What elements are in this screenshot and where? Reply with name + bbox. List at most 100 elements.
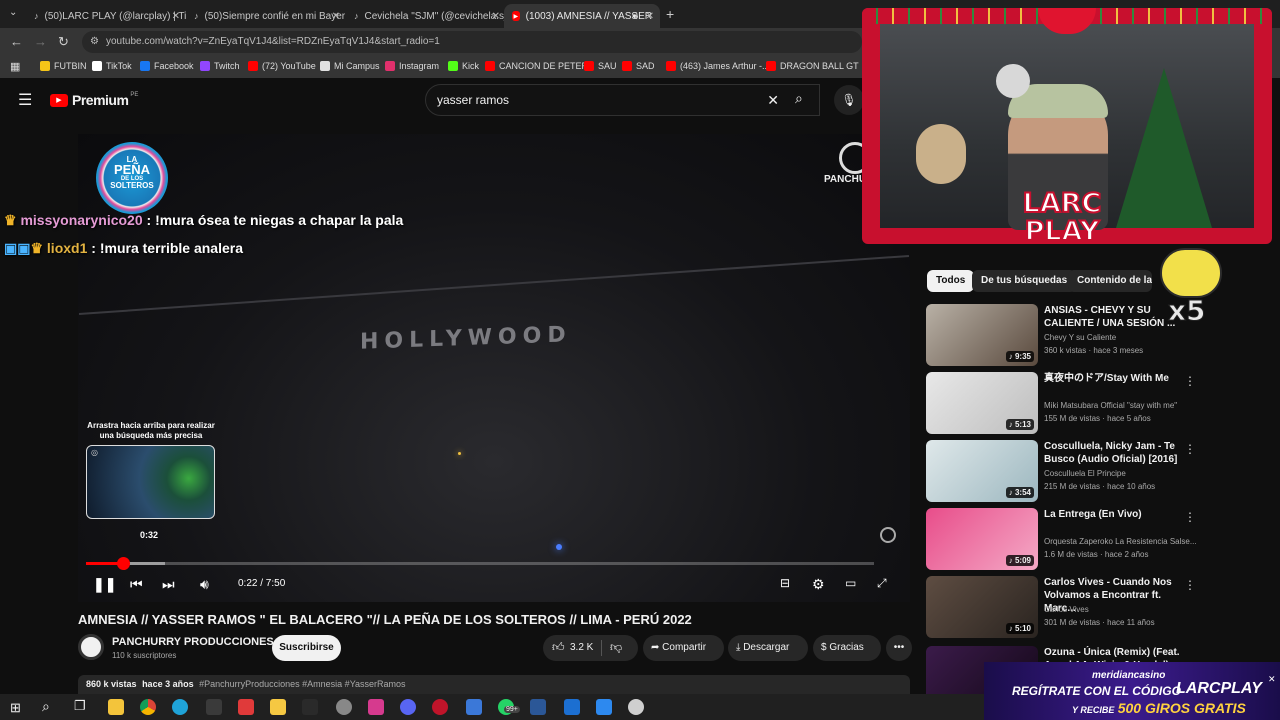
app-icon[interactable] — [432, 699, 448, 715]
close-icon[interactable]: ✕ — [492, 11, 500, 22]
close-icon[interactable]: ✕ — [646, 11, 654, 22]
channel-name[interactable]: Cosculluela El Principe — [1044, 469, 1126, 478]
bookmark-item[interactable]: DRAGON BALL GT — [766, 61, 859, 71]
like-icon[interactable]: 👍︎ — [552, 640, 565, 655]
app-icon[interactable] — [238, 699, 254, 715]
close-icon[interactable]: ✕ — [332, 11, 340, 22]
fullscreen-icon[interactable]: ⤢ — [877, 576, 887, 591]
video-title[interactable]: ANSIAS - CHEVY Y SU CALIENTE / UNA SESIÓ… — [1044, 304, 1180, 330]
url-field[interactable]: ⚙ youtube.com/watch?v=ZnEyaTqV1J4&list=R… — [82, 31, 862, 53]
bookmark-item[interactable]: Kick — [448, 61, 479, 71]
close-icon[interactable]: ✕ — [1268, 674, 1276, 685]
video-thumbnail[interactable]: ♪ 5:09 — [926, 508, 1038, 570]
info-icon[interactable] — [880, 527, 896, 543]
menu-icon[interactable]: ☰ — [18, 90, 32, 110]
tab-search-dropdown-icon[interactable]: ⌄ — [9, 7, 17, 18]
bookmark-item[interactable]: TikTok — [92, 61, 132, 71]
bookmark-item[interactable]: SAD — [622, 61, 655, 71]
bookmark-item[interactable]: SAU — [584, 61, 617, 71]
subscribe-button[interactable]: Suscribirse — [272, 635, 341, 661]
recommendation-item[interactable]: ♪ 5:10 Carlos Vives - Cuando Nos Volvamos… — [926, 576, 1196, 640]
task-view-icon[interactable]: ❐ — [74, 698, 86, 714]
bookmark-item[interactable]: (72) YouTube — [248, 61, 316, 71]
progress-track[interactable] — [86, 557, 874, 570]
reload-icon[interactable]: ↻ — [58, 34, 69, 50]
channel-name[interactable]: Miki Matsubara Official "stay with me" — [1044, 401, 1177, 410]
discord-icon[interactable] — [400, 699, 416, 715]
hashtags[interactable]: #PanchurryProducciones #Amnesia #YasserR… — [199, 679, 405, 689]
browser-tab-2[interactable]: ♪ (50)Siempre confié en mi Bayer ✕ — [186, 4, 346, 28]
bookmark-item[interactable]: Instagram — [385, 61, 439, 71]
scrubber-handle[interactable] — [117, 557, 131, 570]
windows-start-icon[interactable]: ⊞ — [10, 700, 21, 716]
video-title[interactable]: Cosculluela, Nicky Jam - Te Busco (Audio… — [1044, 440, 1180, 466]
subtitles-icon[interactable]: ⊟ — [780, 576, 790, 590]
app-icon[interactable] — [368, 699, 384, 715]
youtube-logo[interactable]: ▶ Premium PE — [50, 92, 138, 108]
browser-tab-active[interactable]: ▶ (1003) AMNESIA // YASSER 🔊︎ ✕ — [504, 4, 660, 28]
more-vertical-icon[interactable]: ⋮ — [1184, 442, 1196, 456]
download-button[interactable]: ⤓ Descargar — [728, 635, 808, 661]
bookmark-item[interactable]: Twitch — [200, 61, 240, 71]
word-icon[interactable] — [530, 699, 546, 715]
dislike-icon[interactable]: 👎︎ — [610, 640, 622, 655]
search-input[interactable]: yasser ramos ✕ — [425, 84, 820, 116]
calculator-icon[interactable] — [466, 699, 482, 715]
chrome-icon[interactable] — [140, 699, 156, 715]
edge-icon[interactable] — [172, 699, 188, 715]
browser-tab-1[interactable]: ♪ (50)LARC PLAY (@larcplay) | Tik ✕ — [26, 4, 186, 28]
video-thumbnail[interactable]: ♪ 9:35 — [926, 304, 1038, 366]
clear-search-icon[interactable]: ✕ — [767, 85, 779, 115]
app-icon[interactable] — [628, 699, 644, 715]
forward-arrow-icon[interactable]: → — [34, 34, 47, 49]
bookmark-item[interactable]: Facebook — [140, 61, 194, 71]
new-tab-icon[interactable]: + — [666, 6, 674, 22]
share-button[interactable]: ➦ Compartir — [643, 635, 724, 661]
video-thumbnail[interactable]: ♪ 5:13 — [926, 372, 1038, 434]
app-icon[interactable] — [564, 699, 580, 715]
site-info-icon[interactable]: ⚙ — [90, 31, 99, 53]
app-icon-store[interactable] — [108, 699, 124, 715]
pause-icon[interactable]: ❚❚ — [93, 576, 116, 593]
channel-name[interactable]: PANCHURRY PRODUCCIONES — [112, 636, 274, 648]
more-vertical-icon[interactable]: ⋮ — [1184, 578, 1196, 592]
more-vertical-icon[interactable]: ⋮ — [1184, 374, 1196, 388]
bookmark-item[interactable]: (463) James Arthur -... — [666, 61, 770, 71]
settings-gear-icon[interactable]: ⚙ — [812, 576, 825, 593]
recommendation-item[interactable]: ♪ 5:13 真夜中のドア/Stay With Me Miki Matsubara … — [926, 372, 1196, 436]
app-icon[interactable] — [596, 699, 612, 715]
chip-content[interactable]: Contenido de la s — [1068, 270, 1152, 292]
close-icon[interactable]: ✕ — [172, 11, 180, 22]
channel-name[interactable]: Carlos Vives — [1044, 605, 1089, 614]
channel-avatar[interactable] — [78, 634, 104, 660]
bookmark-item[interactable]: FUTBIN — [40, 61, 87, 71]
chip-from-searches[interactable]: De tus búsquedas — [972, 270, 1077, 292]
app-icon[interactable] — [302, 699, 318, 715]
folder-icon[interactable] — [270, 699, 286, 715]
browser-tab-3[interactable]: ♪ Cevichela "SJM" (@cevichela.sj ✕ — [346, 4, 506, 28]
app-icon[interactable] — [336, 699, 352, 715]
app-icon[interactable] — [206, 699, 222, 715]
previous-icon[interactable]: ⏮︎ — [130, 576, 143, 593]
search-icon[interactable]: ⌕ — [42, 698, 50, 715]
video-title[interactable]: 真夜中のドア/Stay With Me — [1044, 372, 1180, 385]
description-box[interactable]: 860 k vistas hace 3 años #PanchurryProdu… — [78, 675, 910, 694]
search-icon[interactable]: ⌕ — [795, 90, 803, 107]
recommendation-item[interactable]: ♪ 3:54 Cosculluela, Nicky Jam - Te Busco … — [926, 440, 1196, 504]
channel-name[interactable]: Chevy Y su Caliente — [1044, 333, 1116, 342]
chip-all[interactable]: Todos — [927, 270, 975, 292]
video-title[interactable]: La Entrega (En Vivo) — [1044, 508, 1180, 521]
recommendation-item[interactable]: ♪ 5:09 La Entrega (En Vivo) Orquesta Zaper… — [926, 508, 1197, 572]
bookmark-item[interactable]: CANCION DE PETER — [485, 61, 588, 71]
bookmark-item[interactable]: Mi Campus — [320, 61, 380, 71]
theater-mode-icon[interactable]: ▭ — [845, 576, 856, 590]
more-vertical-icon[interactable]: ⋮ — [1184, 510, 1196, 524]
recommendation-item[interactable]: ♪ 9:35 ANSIAS - CHEVY Y SU CALIENTE / UNA… — [926, 304, 1196, 368]
video-player[interactable]: LA PEÑA DE LOS SOLTEROS PANCHURRY HOLLYW… — [78, 134, 910, 602]
next-icon[interactable]: ⏭︎ — [162, 576, 175, 593]
apps-grid-icon[interactable]: ▦ — [10, 60, 20, 73]
channel-name[interactable]: Orquesta Zaperoko La Resistencia Salse..… — [1044, 537, 1197, 546]
more-actions-button[interactable]: ••• — [886, 635, 912, 661]
thanks-button[interactable]: $ Gracias — [813, 635, 881, 661]
like-count[interactable]: 3.2 K — [570, 642, 593, 653]
